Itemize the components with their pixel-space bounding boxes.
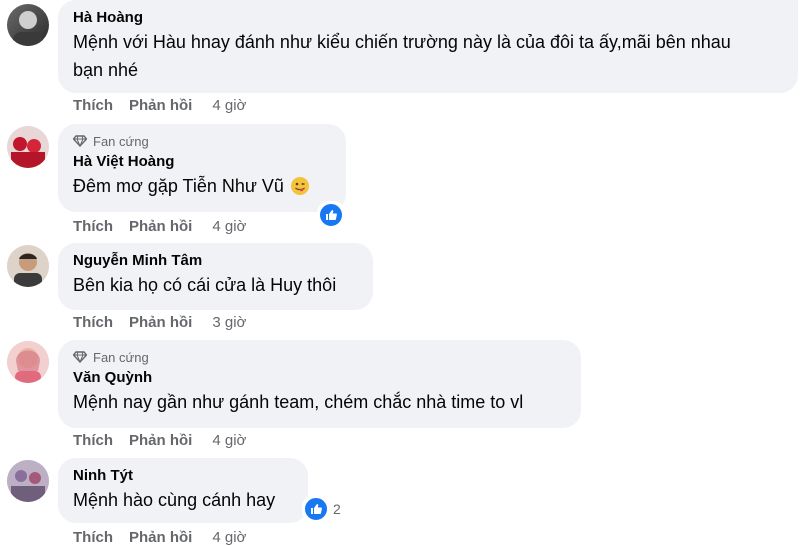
comment-time[interactable]: 4 giờ	[212, 97, 246, 114]
avatar-image	[7, 126, 49, 168]
badge-label: Fan cứng	[93, 349, 149, 365]
comment-actions: Thích Phản hồi 4 giờ	[73, 97, 246, 114]
comment-text: Đêm mơ gặp Tiễn Như Vũ	[73, 172, 332, 200]
reply-button[interactable]: Phản hồi	[129, 314, 192, 331]
comment-actions: Thích Phản hồi 4 giờ	[73, 432, 246, 449]
avatar-image	[7, 341, 49, 383]
comment-bubble: Hà Hoàng Mệnh với Hàu hnay đánh như kiểu…	[58, 0, 798, 93]
comment-author[interactable]: Văn Quỳnh	[73, 368, 567, 388]
comment-author[interactable]: Hà Việt Hoàng	[73, 152, 332, 172]
diamond-icon	[73, 351, 87, 363]
avatar[interactable]	[7, 460, 49, 502]
comment-bubble: Fan cứng Hà Việt Hoàng Đêm mơ gặp Tiễn N…	[58, 124, 346, 212]
avatar[interactable]	[7, 341, 49, 383]
fan-badge: Fan cứng	[73, 132, 332, 150]
reaction-summary[interactable]: 2	[302, 495, 347, 523]
avatar[interactable]	[7, 4, 49, 46]
fan-badge: Fan cứng	[73, 348, 567, 366]
avatar-image	[7, 245, 49, 287]
comment-text-content: Đêm mơ gặp Tiễn Như Vũ	[73, 176, 284, 196]
avatar[interactable]	[7, 245, 49, 287]
comment-time[interactable]: 4 giờ	[212, 218, 246, 235]
like-icon	[303, 496, 329, 522]
comment-text: Bên kia họ có cái cửa là Huy thôi	[73, 275, 337, 295]
reply-button[interactable]: Phản hồi	[129, 432, 192, 449]
avatar[interactable]	[7, 126, 49, 168]
comment-time[interactable]: 4 giờ	[212, 432, 246, 449]
like-button[interactable]: Thích	[73, 314, 113, 331]
comment-text: Mệnh với Hàu hnay đánh như kiểu chiến tr…	[73, 32, 731, 52]
comment-bubble: Fan cứng Văn Quỳnh Mệnh nay gần như gánh…	[58, 340, 581, 428]
comment-text-line2: bạn nhé	[73, 60, 139, 80]
badge-label: Fan cứng	[93, 133, 149, 149]
diamond-icon	[73, 135, 87, 147]
reaction-count: 2	[333, 501, 341, 517]
comment-time[interactable]: 3 giờ	[212, 314, 246, 331]
avatar-image	[7, 460, 49, 502]
reply-button[interactable]: Phản hồi	[129, 218, 192, 235]
comment-author[interactable]: Ninh Týt	[73, 466, 294, 486]
comment-text: Mệnh nay gần như gánh team, chém chắc nh…	[73, 392, 524, 412]
reply-button[interactable]: Phản hồi	[129, 97, 192, 114]
comment-bubble: Nguyễn Minh Tâm Bên kia họ có cái cửa là…	[58, 243, 373, 310]
comment-text: Mệnh hào cùng cánh hay	[73, 490, 276, 510]
comment-actions: Thích Phản hồi 3 giờ	[73, 314, 246, 331]
reaction-summary[interactable]	[317, 201, 345, 229]
comment-bubble: Ninh Týt Mệnh hào cùng cánh hay	[58, 458, 308, 523]
winking-face-tongue-icon	[290, 177, 309, 195]
like-button[interactable]: Thích	[73, 218, 113, 235]
like-button[interactable]: Thích	[73, 97, 113, 114]
comment-actions: Thích Phản hồi 4 giờ	[73, 218, 246, 235]
comment-author[interactable]: Hà Hoàng	[73, 8, 784, 28]
like-icon	[318, 202, 344, 228]
avatar-image	[13, 11, 43, 46]
like-button[interactable]: Thích	[73, 432, 113, 449]
comment-author[interactable]: Nguyễn Minh Tâm	[73, 251, 359, 271]
